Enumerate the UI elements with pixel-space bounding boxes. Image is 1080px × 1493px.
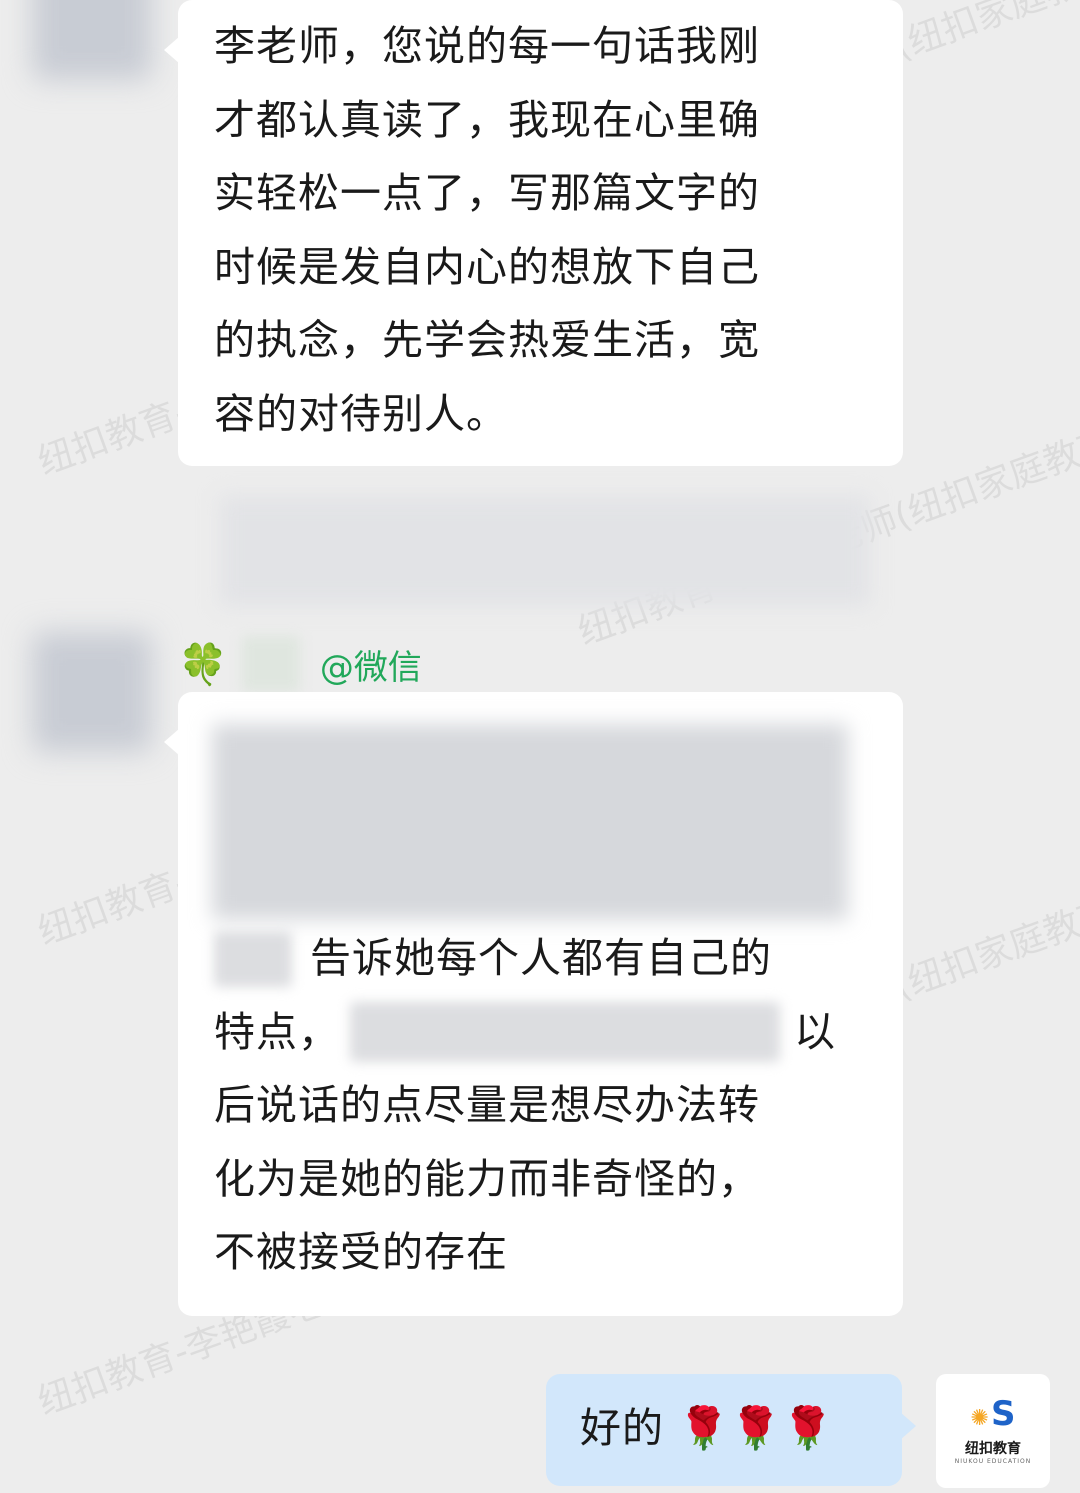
message-line: 后说话的点尽量是想尽办法转 [214, 1081, 760, 1129]
reply-text: 好的 [580, 1404, 664, 1452]
clover-icon: 🍀 [178, 641, 228, 688]
message-text: 以 [794, 1007, 836, 1056]
rose-icon: 🌹🌹🌹 [678, 1404, 835, 1452]
message-line: 容的对待别人。 [214, 389, 508, 438]
message-line: 不被接受的存在 [214, 1228, 508, 1276]
message-bubble[interactable]: 告诉她每个人都有自己的 特点， 以 后说话的点尽量是想尽办法转 化为是她的能力而… [164, 692, 903, 1316]
reply-bubble[interactable]: 好的 🌹🌹🌹 [546, 1374, 916, 1486]
logo-subtitle: NIUKOU EDUCATION [954, 1458, 1032, 1465]
message-line: 化为是她的能力而非奇怪的， [214, 1154, 760, 1203]
message-line: 实轻松一点了，写那篇文字的 [214, 169, 760, 217]
logo-name: 纽扣教育 [965, 1441, 1021, 1457]
sender-handle: @微信 [319, 647, 422, 688]
contact-avatar[interactable] [32, 632, 152, 752]
message-text: 告诉她每个人都有自己的 [310, 934, 772, 982]
user-avatar[interactable]: ✺S 纽扣教育 NIUKOU EDUCATION [936, 1374, 1050, 1488]
message-line: 才都认真读了，我现在心里确 [214, 95, 760, 144]
contact-avatar[interactable] [32, 0, 152, 80]
redacted-text [350, 1002, 780, 1063]
redacted-quote [212, 724, 848, 920]
message-bubble[interactable]: 李老师，您说的每一句话我刚 才都认真读了，我现在心里确 实轻松一点了，写那篇文字… [164, 0, 903, 466]
logo-icon: ✺S [970, 1394, 1016, 1434]
message-line: 特点， 以 [214, 996, 867, 1070]
message-line: 时候是发自内心的想放下自己 [214, 242, 760, 291]
redacted-name [241, 636, 300, 692]
message-line: 告诉她每个人都有自己的 [214, 922, 867, 996]
redacted-name [214, 930, 292, 987]
message-line: 李老师，您说的每一句话我刚 [214, 22, 760, 70]
sender-name: 🍀 @微信 [178, 636, 422, 692]
message-line: 的执念，先学会热爱生活，宽 [214, 316, 760, 364]
message-text: 特点， [214, 1007, 340, 1056]
redacted-system-message [220, 496, 870, 606]
